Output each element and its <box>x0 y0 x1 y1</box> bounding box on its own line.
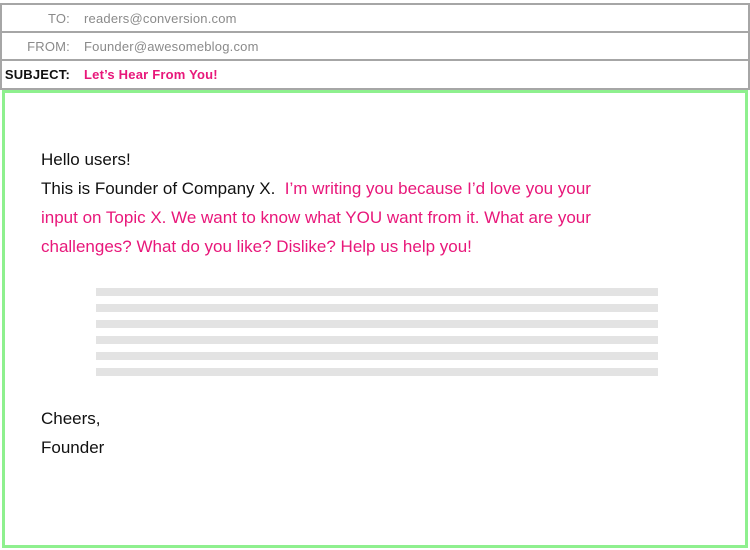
subject-row: SUBJECT: Let’s Hear From You! <box>0 59 750 90</box>
highlight-text-3: challenges? What do you like? Dislike? H… <box>41 237 472 256</box>
to-row: TO: readers@conversion.com <box>0 3 750 34</box>
to-field[interactable]: readers@conversion.com <box>84 11 237 26</box>
placeholder-line <box>96 304 658 312</box>
email-message: Hello users! This is Founder of Company … <box>41 145 641 261</box>
highlight-text-2: input on Topic X. We want to know what Y… <box>41 208 591 227</box>
greeting-line: Hello users! <box>41 150 131 169</box>
placeholder-line <box>96 320 658 328</box>
highlight-text-1: I’m writing you because I’d love you you… <box>284 179 591 198</box>
from-field[interactable]: Founder@awesomeblog.com <box>84 39 259 54</box>
placeholder-text-block <box>96 288 658 384</box>
subject-label: SUBJECT: <box>4 67 70 82</box>
subject-field[interactable]: Let’s Hear From You! <box>84 67 218 82</box>
email-body[interactable]: Hello users! This is Founder of Company … <box>2 90 748 548</box>
intro-paragraph: This is Founder of Company X. I’m writin… <box>41 174 641 203</box>
from-label: FROM: <box>27 39 70 54</box>
placeholder-line <box>96 336 658 344</box>
to-label: TO: <box>47 11 70 26</box>
placeholder-line <box>96 352 658 360</box>
placeholder-line <box>96 368 658 376</box>
from-row: FROM: Founder@awesomeblog.com <box>0 31 750 62</box>
placeholder-line <box>96 288 658 296</box>
signoff: Cheers, Founder <box>41 404 104 462</box>
signoff-line: Cheers, <box>41 409 101 428</box>
signature-name: Founder <box>41 438 105 457</box>
intro-text: This is Founder of Company X. <box>41 179 276 198</box>
